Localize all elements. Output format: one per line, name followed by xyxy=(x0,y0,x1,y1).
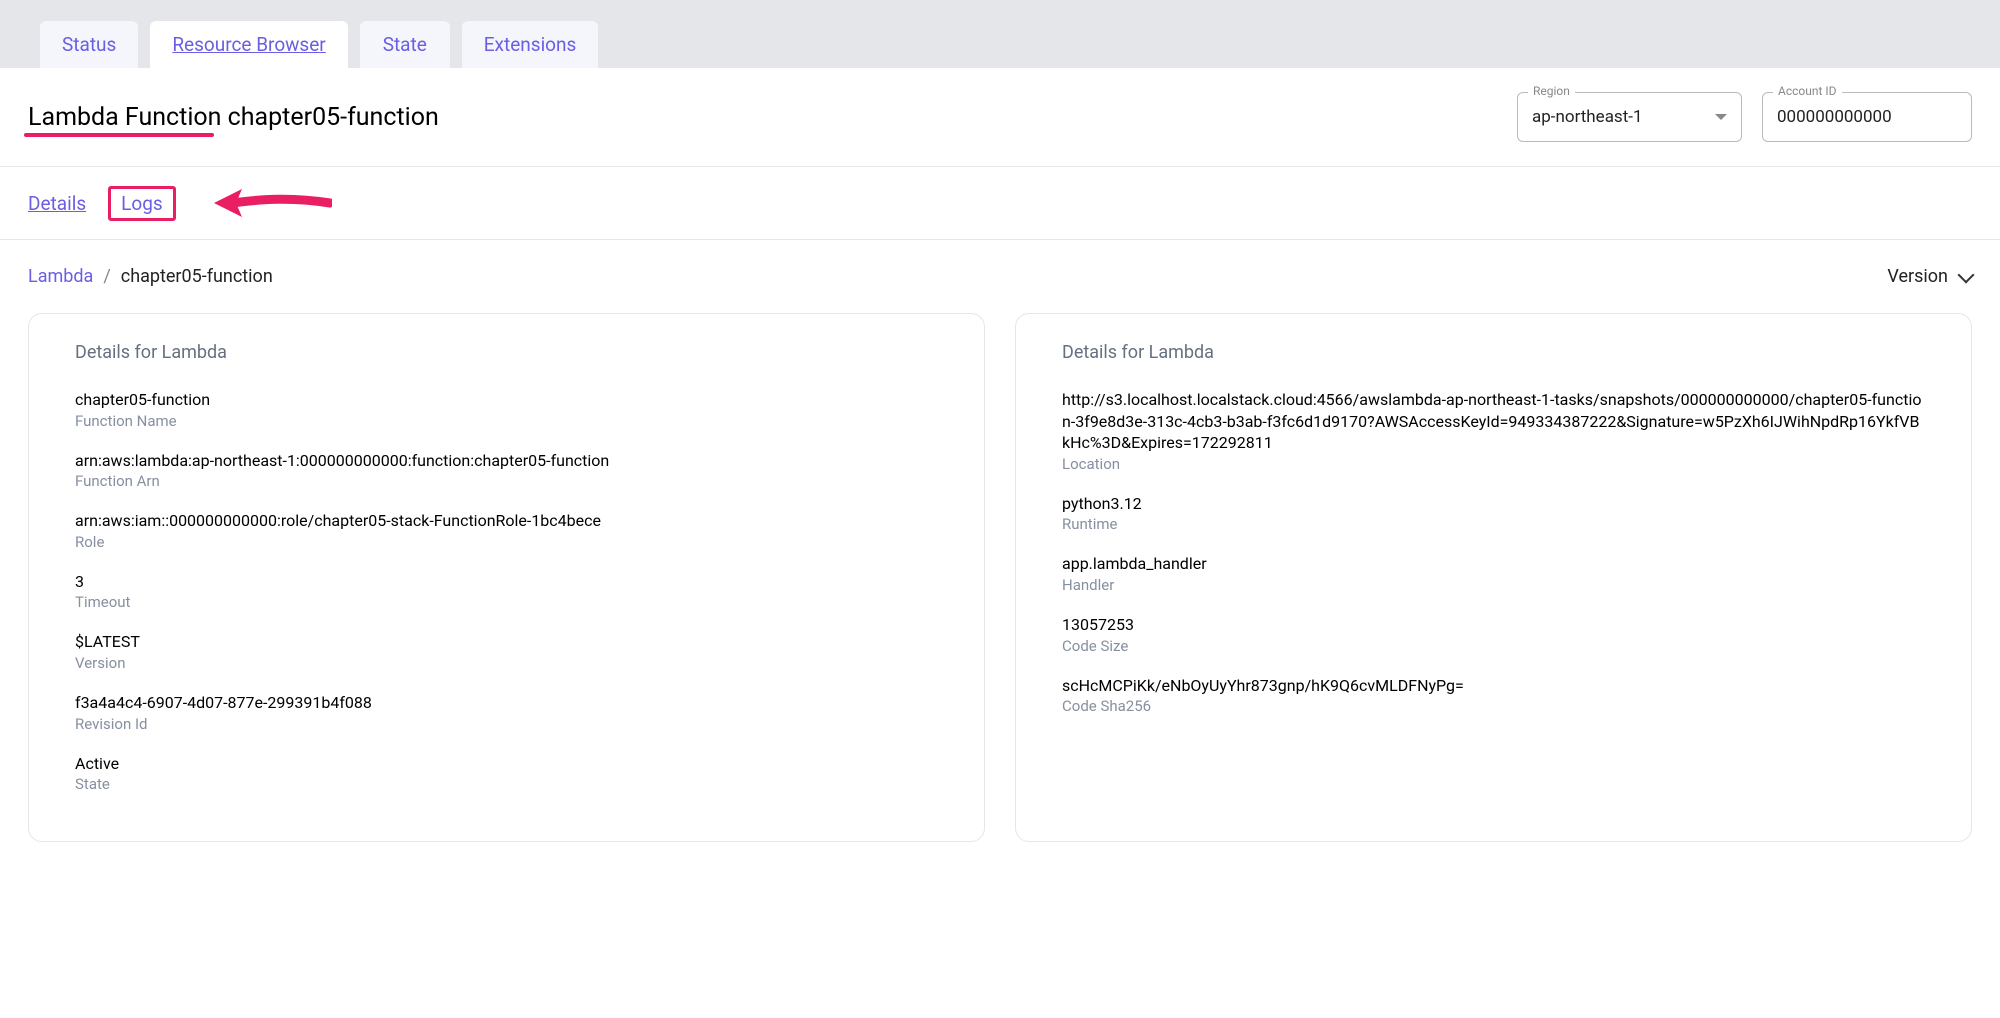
breadcrumb-row: Lambda / chapter05-function Version xyxy=(0,240,2000,313)
account-id-value: 000000000000 xyxy=(1777,107,1892,127)
chevron-down-icon xyxy=(1958,266,1975,283)
prop-handler: app.lambda_handler Handler xyxy=(1062,553,1925,594)
account-id-legend: Account ID xyxy=(1773,84,1842,98)
header-row: Lambda Function chapter05-function Regio… xyxy=(0,68,2000,167)
function-name-value: chapter05-function xyxy=(75,389,938,411)
breadcrumb-root[interactable]: Lambda xyxy=(28,266,93,287)
prop-timeout: 3 Timeout xyxy=(75,571,938,612)
breadcrumb: Lambda / chapter05-function xyxy=(28,266,273,287)
tab-extensions[interactable]: Extensions xyxy=(462,21,599,68)
details-panel-left: Details for Lambda chapter05-function Fu… xyxy=(28,313,985,842)
version-value: $LATEST xyxy=(75,631,938,653)
prop-version: $LATEST Version xyxy=(75,631,938,672)
timeout-label: Timeout xyxy=(75,593,938,611)
prop-location: http://s3.localhost.localstack.cloud:456… xyxy=(1062,389,1925,473)
chevron-down-icon xyxy=(1715,114,1727,120)
prop-function-arn: arn:aws:lambda:ap-northeast-1:0000000000… xyxy=(75,450,938,491)
location-value: http://s3.localhost.localstack.cloud:456… xyxy=(1062,389,1925,454)
prop-revision-id: f3a4a4c4-6907-4d07-877e-299391b4f088 Rev… xyxy=(75,692,938,733)
code-sha256-label: Code Sha256 xyxy=(1062,697,1925,715)
details-panel-right: Details for Lambda http://s3.localhost.l… xyxy=(1015,313,1972,842)
code-size-label: Code Size xyxy=(1062,637,1925,655)
tab-state[interactable]: State xyxy=(360,21,450,68)
title-underline-annotation xyxy=(24,133,214,137)
panel-title-right: Details for Lambda xyxy=(1062,342,1925,363)
page-title-group: Lambda Function chapter05-function xyxy=(28,103,439,132)
account-id-field[interactable]: Account ID 000000000000 xyxy=(1762,92,1972,142)
tab-resource-browser[interactable]: Resource Browser xyxy=(150,21,347,68)
revision-id-value: f3a4a4c4-6907-4d07-877e-299391b4f088 xyxy=(75,692,938,714)
details-panels: Details for Lambda chapter05-function Fu… xyxy=(0,313,2000,842)
subtab-logs[interactable]: Logs xyxy=(108,186,176,221)
breadcrumb-current: chapter05-function xyxy=(121,266,273,287)
arrow-annotation xyxy=(212,185,332,221)
timeout-value: 3 xyxy=(75,571,938,593)
state-value: Active xyxy=(75,753,938,775)
function-name-label: Function Name xyxy=(75,412,938,430)
arrow-icon xyxy=(212,185,332,221)
function-arn-value: arn:aws:lambda:ap-northeast-1:0000000000… xyxy=(75,450,938,472)
version-select-label: Version xyxy=(1887,266,1948,287)
sub-tabs: Details Logs xyxy=(0,167,2000,240)
code-size-value: 13057253 xyxy=(1062,614,1925,636)
subtab-details[interactable]: Details xyxy=(28,192,86,215)
revision-id-label: Revision Id xyxy=(75,715,938,733)
prop-state: Active State xyxy=(75,753,938,794)
breadcrumb-separator: / xyxy=(103,266,110,287)
tab-status[interactable]: Status xyxy=(40,21,138,68)
prop-code-size: 13057253 Code Size xyxy=(1062,614,1925,655)
region-select-legend: Region xyxy=(1528,84,1575,98)
prop-runtime: python3.12 Runtime xyxy=(1062,493,1925,534)
function-arn-label: Function Arn xyxy=(75,472,938,490)
location-label: Location xyxy=(1062,455,1925,473)
version-select[interactable]: Version xyxy=(1887,266,1972,287)
handler-value: app.lambda_handler xyxy=(1062,553,1925,575)
region-select-value: ap-northeast-1 xyxy=(1532,107,1643,127)
code-sha256-value: scHcMCPiKk/eNbOyUyYhr873gnp/hK9Q6cvMLDFN… xyxy=(1062,675,1925,697)
prop-function-name: chapter05-function Function Name xyxy=(75,389,938,430)
prop-code-sha256: scHcMCPiKk/eNbOyUyYhr873gnp/hK9Q6cvMLDFN… xyxy=(1062,675,1925,716)
state-label: State xyxy=(75,775,938,793)
role-value: arn:aws:iam::000000000000:role/chapter05… xyxy=(75,510,938,532)
panel-title-left: Details for Lambda xyxy=(75,342,938,363)
role-label: Role xyxy=(75,533,938,551)
handler-label: Handler xyxy=(1062,576,1925,594)
runtime-label: Runtime xyxy=(1062,515,1925,533)
page-title: Lambda Function chapter05-function xyxy=(28,103,439,132)
region-select[interactable]: Region ap-northeast-1 xyxy=(1517,92,1742,142)
header-controls: Region ap-northeast-1 Account ID 0000000… xyxy=(1517,92,1972,142)
prop-role: arn:aws:iam::000000000000:role/chapter05… xyxy=(75,510,938,551)
version-label: Version xyxy=(75,654,938,672)
runtime-value: python3.12 xyxy=(1062,493,1925,515)
top-tabs-bar: Status Resource Browser State Extensions xyxy=(0,0,2000,68)
